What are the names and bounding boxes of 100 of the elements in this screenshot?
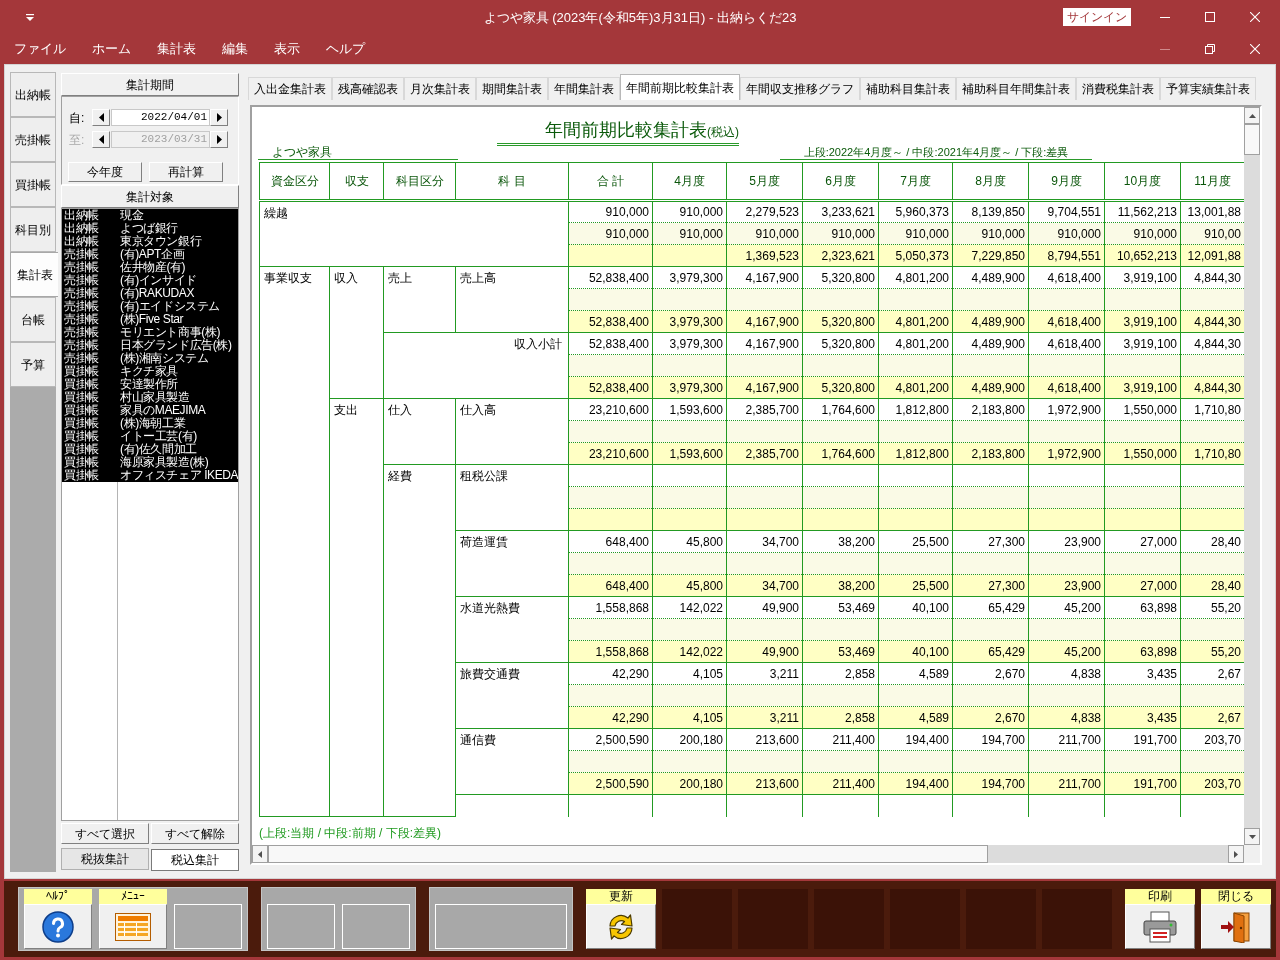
target-list-item[interactable]: 買掛帳 キクチ家具: [62, 365, 238, 378]
report-tab[interactable]: 年間集計表: [548, 77, 620, 100]
target-list-item[interactable]: 買掛帳 イトー工芸(有): [62, 430, 238, 443]
side-tab[interactable]: 売掛帳: [10, 117, 56, 162]
menu-item[interactable]: 集計表: [157, 41, 196, 57]
table-cell: 1,558,868: [568, 596, 653, 619]
print-button[interactable]: [1125, 904, 1195, 949]
close-icon[interactable]: [1249, 12, 1260, 22]
close-icon[interactable]: [1249, 44, 1260, 54]
scrollbar-thumb[interactable]: [1244, 124, 1260, 155]
table-cell: 繰越: [259, 200, 569, 267]
report-tab[interactable]: 補助科目年間集計表: [956, 77, 1076, 100]
period-button[interactable]: 今年度: [68, 162, 142, 182]
minimize-icon[interactable]: [1159, 16, 1170, 18]
menu-item[interactable]: ヘルプ: [326, 41, 365, 57]
report-tab[interactable]: 年間収支推移グラフ: [740, 77, 860, 100]
report-tab[interactable]: 期間集計表: [476, 77, 548, 100]
table-cell: 2,670: [952, 662, 1029, 685]
target-list-item[interactable]: 売掛帳 (有)インサイド: [62, 274, 238, 287]
table-cell: 売上高: [455, 266, 569, 333]
target-list-item[interactable]: 売掛帳 (有)エイドシステム: [62, 300, 238, 313]
table-cell: 45,200: [1028, 596, 1105, 619]
target-list-item[interactable]: 出納帳 東京タウン銀行: [62, 235, 238, 248]
date-field[interactable]: 2022/04/01: [111, 109, 210, 126]
menu-item[interactable]: 表示: [274, 41, 300, 57]
target-list-item[interactable]: 売掛帳 (有)RAKUDAX: [62, 287, 238, 300]
maximize-icon[interactable]: [1204, 12, 1215, 22]
previous-date-button[interactable]: [92, 131, 110, 148]
target-list-item[interactable]: 買掛帳 安達製作所: [62, 378, 238, 391]
table-cell: 2,385,700: [726, 398, 803, 421]
target-list-item[interactable]: 出納帳 よつば銀行: [62, 222, 238, 235]
sign-in-button[interactable]: サインイン: [1063, 8, 1131, 26]
report-tab[interactable]: 残高確認表: [332, 77, 404, 100]
door-arrow-icon: [1220, 910, 1252, 943]
scroll-right-button[interactable]: [1228, 845, 1244, 863]
target-list-item[interactable]: 出納帳 現金: [62, 209, 238, 222]
previous-date-button[interactable]: [92, 109, 110, 126]
menu-item[interactable]: 編集: [222, 41, 248, 57]
tax-mode-tab[interactable]: 税込集計: [151, 849, 239, 871]
table-cell: 211,700: [1028, 728, 1105, 751]
scroll-down-button[interactable]: [1244, 828, 1260, 845]
restore-icon[interactable]: [1204, 44, 1215, 54]
target-list-item[interactable]: 買掛帳 海原家具製造(株): [62, 456, 238, 469]
target-list-item[interactable]: 売掛帳 モリエント商事(株): [62, 326, 238, 339]
side-tab[interactable]: 台帳: [10, 297, 56, 342]
period-button[interactable]: 再計算: [149, 162, 223, 182]
next-date-button[interactable]: [210, 109, 228, 126]
down-triangle-icon: [1248, 834, 1256, 839]
side-tab[interactable]: 出納帳: [10, 72, 56, 117]
menu-item[interactable]: ホーム: [92, 41, 131, 57]
target-list-item[interactable]: 買掛帳 家具のMAEJIMA: [62, 404, 238, 417]
side-tab[interactable]: 予算: [10, 342, 56, 387]
report-tab[interactable]: 入出金集計表: [248, 77, 332, 100]
table-cell: 648,400: [568, 530, 653, 553]
scrollbar-corner: [1244, 845, 1260, 863]
target-list-item[interactable]: 買掛帳 (有)佐久間加工: [62, 443, 238, 456]
table-cell: 49,900: [726, 596, 803, 619]
report-tab[interactable]: 年間前期比較集計表: [620, 74, 740, 100]
report-tab[interactable]: 補助科目集計表: [860, 77, 956, 100]
target-list-item[interactable]: 買掛帳 (株)海朝工業: [62, 417, 238, 430]
report-tab[interactable]: 予算実績集計表: [1160, 77, 1256, 100]
table-cell: 3,919,100: [1104, 332, 1181, 355]
target-list-item[interactable]: 売掛帳 (株)湘南システム: [62, 352, 238, 365]
horizontal-scrollbar[interactable]: [252, 845, 1244, 863]
table-cell: 2,500,590: [568, 728, 653, 751]
table-cell: 3,435: [1104, 662, 1181, 685]
table-cell: 194,400: [878, 728, 953, 751]
table-cell: 142,022: [652, 596, 727, 619]
target-list-item[interactable]: 売掛帳 佐井物産(有): [62, 261, 238, 274]
side-tab[interactable]: 集計表: [10, 252, 58, 297]
dropdown-arrow-icon[interactable]: [26, 13, 34, 21]
side-tab[interactable]: 科目別: [10, 207, 56, 252]
target-list-item[interactable]: 買掛帳 オフィスチェア IKEDA: [62, 469, 238, 482]
list-action-button[interactable]: すべて解除: [151, 823, 239, 844]
button-caption: 更新: [586, 889, 656, 904]
target-list-item[interactable]: 売掛帳 日本グランド広告(株): [62, 339, 238, 352]
table-cell: 支出: [329, 398, 384, 817]
target-list-item[interactable]: 売掛帳 (有)APT企画: [62, 248, 238, 261]
report-tab[interactable]: 消費税集計表: [1076, 77, 1160, 100]
table-cell: 25,500: [878, 530, 953, 553]
scroll-up-button[interactable]: [1244, 107, 1260, 124]
scrollbar-thumb[interactable]: [268, 845, 988, 863]
exit-button[interactable]: [1201, 904, 1271, 949]
table-cell: 55,20: [1180, 596, 1244, 619]
table-cell: 仕入高: [455, 398, 569, 465]
menu-item[interactable]: ファイル: [14, 41, 66, 57]
help-button[interactable]: [24, 904, 92, 949]
target-list-item[interactable]: 売掛帳 (株)Five Star: [62, 313, 238, 326]
next-date-button[interactable]: [210, 131, 228, 148]
menu-button[interactable]: [99, 904, 167, 949]
refresh-button[interactable]: [586, 904, 656, 949]
scroll-left-button[interactable]: [252, 845, 268, 863]
list-action-button[interactable]: すべて選択: [61, 823, 149, 844]
table-cell: 13,001,88: [1180, 200, 1244, 223]
report-tab[interactable]: 月次集計表: [404, 77, 476, 100]
vertical-scrollbar[interactable]: [1244, 107, 1260, 845]
target-list-item[interactable]: 買掛帳 村山家具製造: [62, 391, 238, 404]
tax-mode-tab[interactable]: 税抜集計: [61, 848, 149, 870]
side-tab[interactable]: 買掛帳: [10, 162, 56, 207]
table-cell: 213,600: [726, 728, 803, 751]
